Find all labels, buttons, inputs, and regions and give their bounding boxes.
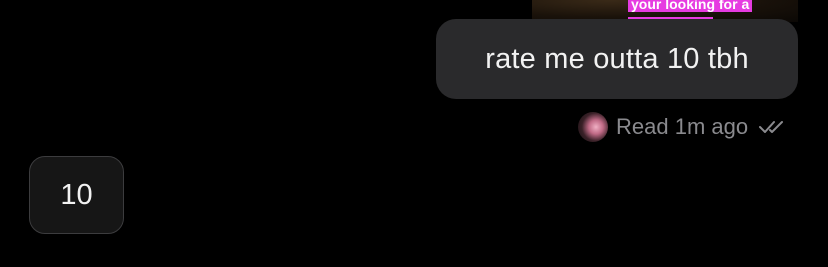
outgoing-message-bubble[interactable]: rate me outta 10 tbh [436,19,798,99]
read-status-text: Read 1m ago [616,114,749,139]
outgoing-message-text: rate me outta 10 tbh [485,42,749,75]
incoming-message-text: 10 [60,178,93,211]
read-receipt: Read 1m ago [578,111,788,143]
avatar[interactable] [578,112,608,142]
media-caption-line-1: your looking for a [628,0,753,12]
incoming-message-bubble[interactable]: 10 [29,156,124,234]
chat-thread: your looking for a relationship rate me … [0,0,828,267]
double-check-icon [758,118,788,136]
